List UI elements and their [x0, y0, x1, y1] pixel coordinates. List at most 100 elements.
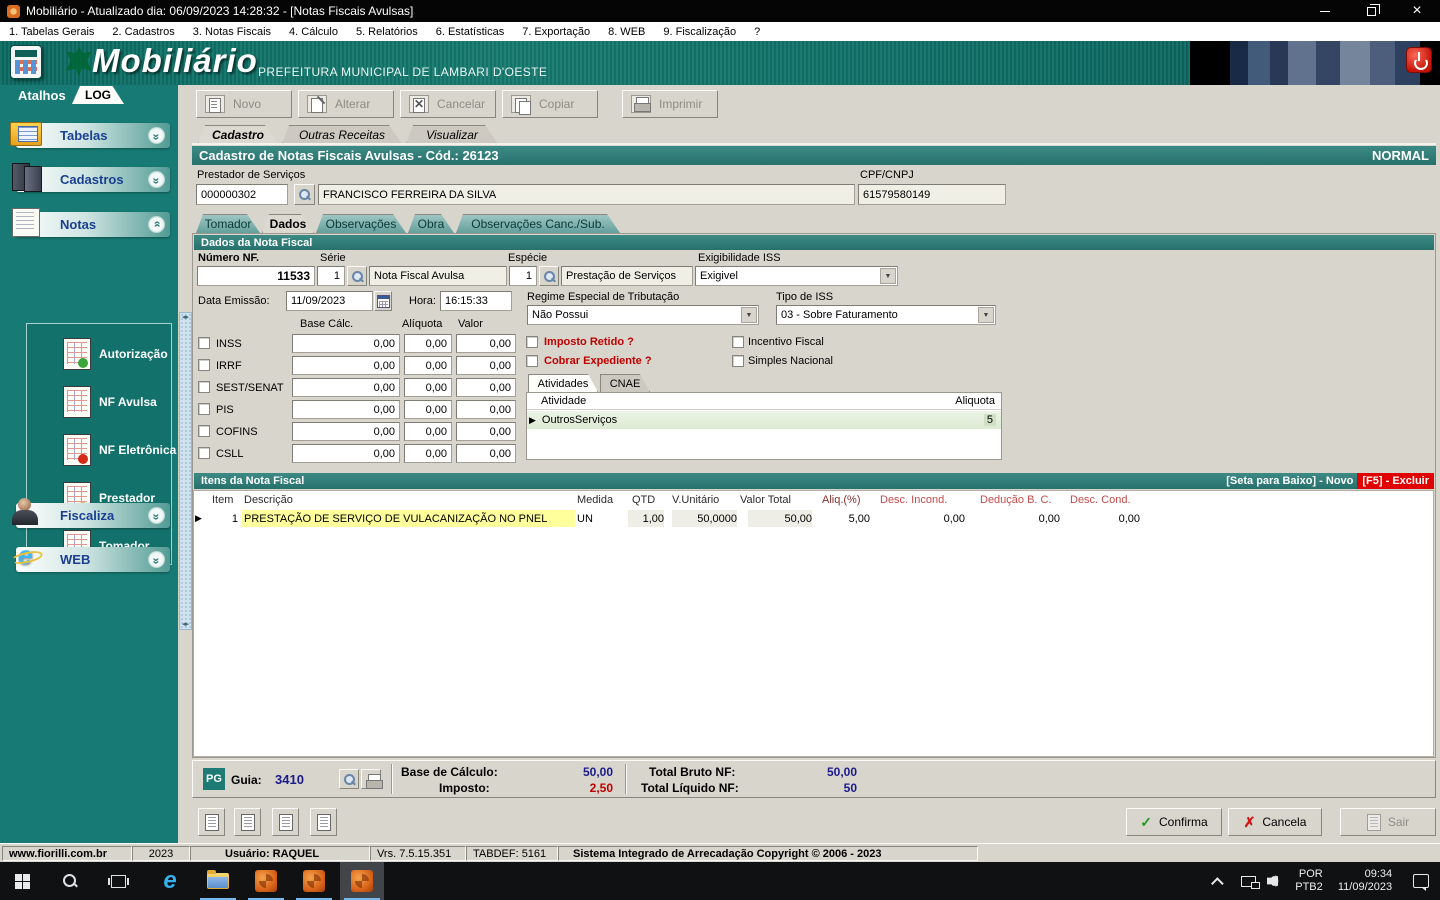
action-center-button[interactable]	[1402, 862, 1440, 900]
sidebar-item-nf-avulsa[interactable]: NF Avulsa	[63, 382, 193, 422]
chevron-down-icon[interactable]: »	[148, 551, 165, 568]
scroll-down-icon[interactable]: ◂▸	[180, 620, 191, 629]
nav-last-button[interactable]	[310, 808, 337, 836]
calendar-button[interactable]	[374, 291, 392, 311]
hora-field[interactable]: 16:15:33	[440, 291, 512, 311]
inss-checkbox[interactable]	[198, 337, 210, 349]
especie-field[interactable]: 1	[509, 266, 537, 286]
desc-incond-cell[interactable]: 0,00	[905, 510, 965, 527]
dropdown-arrow-icon[interactable]: ▼	[741, 307, 757, 323]
close-button[interactable]: ×	[1394, 0, 1440, 22]
cofins-aliq-field[interactable]: 0,00	[404, 422, 452, 441]
menu-cadastros[interactable]: 2. Cadastros	[103, 22, 183, 41]
qtd-cell[interactable]: 1,00	[628, 510, 664, 527]
desc-cond-cell[interactable]: 0,00	[1080, 510, 1140, 527]
menu-tabelas-gerais[interactable]: 1. Tabelas Gerais	[0, 22, 103, 41]
volume-tray-icon[interactable]	[1260, 862, 1288, 900]
novo-button[interactable]: Novo	[196, 90, 292, 118]
taskbar-app-2[interactable]	[292, 862, 336, 900]
pis-valor-field[interactable]: 0,00	[456, 400, 516, 419]
scroll-up-icon[interactable]: ◂▸	[180, 313, 191, 322]
sair-button[interactable]: Sair	[1340, 808, 1436, 836]
sest-base-field[interactable]: 0,00	[292, 378, 400, 397]
tipo-iss-select[interactable]: 03 - Sobre Faturamento ▼	[776, 305, 996, 325]
power-button[interactable]	[1406, 47, 1432, 73]
irrf-checkbox[interactable]	[198, 359, 210, 371]
cancela-button[interactable]: ✗ Cancela	[1228, 808, 1322, 836]
taskbar-app-1[interactable]	[244, 862, 288, 900]
alterar-button[interactable]: Alterar	[298, 90, 394, 118]
cobrar-expediente-checkbox[interactable]	[526, 355, 538, 367]
menu-estatisticas[interactable]: 6. Estatísticas	[427, 22, 513, 41]
nav-next-button[interactable]	[272, 808, 299, 836]
sest-checkbox[interactable]	[198, 381, 210, 393]
taskbar-ie[interactable]: e	[148, 862, 192, 900]
pis-base-field[interactable]: 0,00	[292, 400, 400, 419]
inss-base-field[interactable]: 0,00	[292, 334, 400, 353]
regime-select[interactable]: Não Possui ▼	[527, 305, 759, 325]
chevron-down-icon[interactable]: »	[148, 171, 165, 188]
chevron-up-icon[interactable]: »	[148, 216, 165, 233]
cofins-base-field[interactable]: 0,00	[292, 422, 400, 441]
cancelar-button[interactable]: Cancelar	[400, 90, 496, 118]
tab-cadastro[interactable]: Cadastro	[198, 125, 278, 144]
csll-checkbox[interactable]	[198, 447, 210, 459]
sidebar-tab-log[interactable]: LOG	[72, 86, 124, 104]
v-unitario-cell[interactable]: 50,0000	[672, 510, 737, 527]
menu-notas-fiscais[interactable]: 3. Notas Fiscais	[184, 22, 280, 41]
language-indicator[interactable]: PORPTB2	[1288, 862, 1330, 900]
cofins-valor-field[interactable]: 0,00	[456, 422, 516, 441]
minimize-button[interactable]	[1302, 0, 1348, 22]
subtab-tomador[interactable]: Tomador	[196, 214, 260, 233]
sest-valor-field[interactable]: 0,00	[456, 378, 516, 397]
irrf-aliq-field[interactable]: 0,00	[404, 356, 452, 375]
csll-valor-field[interactable]: 0,00	[456, 444, 516, 463]
tab-atividades[interactable]: Atividades	[528, 374, 598, 392]
dropdown-arrow-icon[interactable]: ▼	[978, 307, 994, 323]
valor-total-cell[interactable]: 50,00	[748, 510, 812, 527]
serie-search-button[interactable]	[347, 266, 367, 286]
prestador-code-field[interactable]: 000000302	[196, 184, 288, 205]
tab-visualizar[interactable]: Visualizar	[406, 125, 498, 144]
sidebar-scrollbar[interactable]: ◂▸ ◂▸	[179, 312, 192, 630]
menu-relatorios[interactable]: 5. Relatórios	[347, 22, 427, 41]
inss-aliq-field[interactable]: 0,00	[404, 334, 452, 353]
atividade-row[interactable]: ▶ OutrosServiços 5	[527, 411, 1001, 429]
sidebar-tab-atalhos[interactable]: Atalhos	[18, 88, 66, 103]
subtab-observacoes-canc[interactable]: Observações Canc./Sub.	[456, 214, 620, 233]
maximize-button[interactable]	[1348, 0, 1394, 22]
exigibilidade-select[interactable]: Exigivel ▼	[695, 266, 898, 286]
copiar-button[interactable]: Copiar	[502, 90, 598, 118]
especie-search-button[interactable]	[539, 266, 559, 286]
chevron-down-icon[interactable]: »	[148, 127, 165, 144]
tab-outras-receitas[interactable]: Outras Receitas	[282, 125, 402, 144]
subtab-obra[interactable]: Obra	[408, 214, 454, 233]
task-view-button[interactable]	[96, 862, 140, 900]
descricao-cell[interactable]: PRESTAÇÃO DE SERVIÇO DE VULACANIZAÇÃO NO…	[242, 510, 575, 527]
sidebar-item-nf-eletronica[interactable]: NF Eletrônica	[63, 430, 193, 470]
menu-exportacao[interactable]: 7. Exportação	[513, 22, 599, 41]
aliq-cell[interactable]: 5,00	[820, 510, 870, 527]
cofins-checkbox[interactable]	[198, 425, 210, 437]
inss-valor-field[interactable]: 0,00	[456, 334, 516, 353]
tray-expand-button[interactable]	[1204, 862, 1234, 900]
irrf-base-field[interactable]: 0,00	[292, 356, 400, 375]
guia-print-button[interactable]	[361, 769, 381, 789]
sidebar-item-autorizacao[interactable]: Autorização	[63, 334, 193, 374]
menu-help[interactable]: ?	[745, 22, 769, 41]
menu-calculo[interactable]: 4. Cálculo	[280, 22, 347, 41]
data-emissao-field[interactable]: 11/09/2023	[286, 291, 373, 311]
dropdown-arrow-icon[interactable]: ▼	[880, 268, 896, 284]
menu-web[interactable]: 8. WEB	[599, 22, 654, 41]
simples-nacional-checkbox[interactable]	[732, 355, 744, 367]
medida-cell[interactable]: UN	[577, 510, 617, 527]
start-button[interactable]	[0, 862, 44, 900]
prestador-search-button[interactable]	[294, 184, 315, 205]
sest-aliq-field[interactable]: 0,00	[404, 378, 452, 397]
incentivo-fiscal-checkbox[interactable]	[732, 336, 744, 348]
pis-checkbox[interactable]	[198, 403, 210, 415]
subtab-dados[interactable]: Dados	[262, 214, 314, 233]
clock[interactable]: 09:3411/09/2023	[1330, 862, 1400, 900]
csll-base-field[interactable]: 0,00	[292, 444, 400, 463]
chevron-down-icon[interactable]: »	[148, 507, 165, 524]
